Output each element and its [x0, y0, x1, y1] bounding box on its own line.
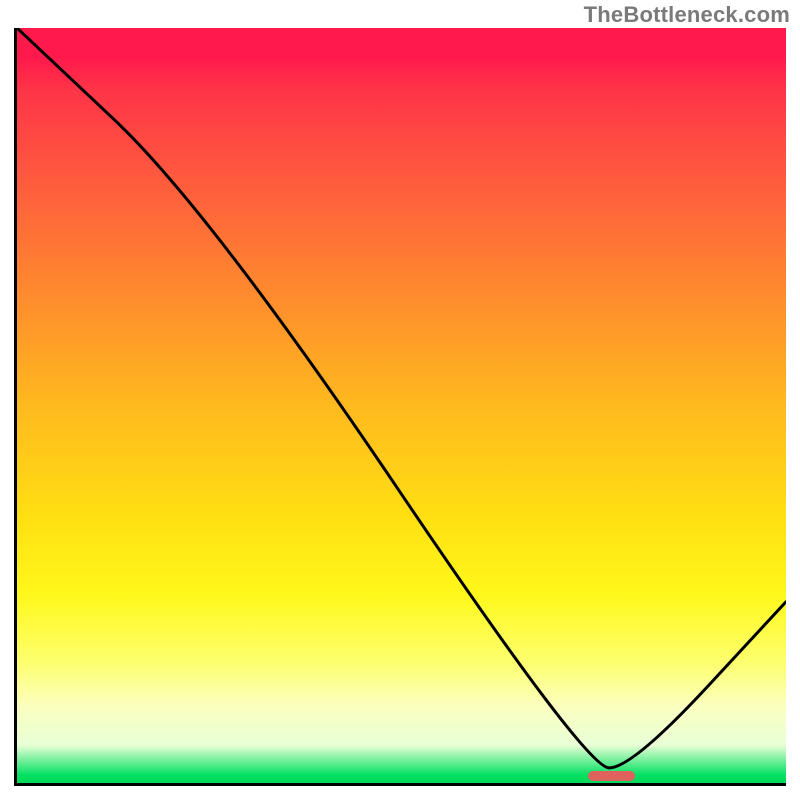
chart-frame: TheBottleneck.com	[0, 0, 800, 800]
watermark-text: TheBottleneck.com	[584, 2, 790, 28]
bottleneck-curve-path	[17, 28, 786, 768]
plot-area	[14, 28, 786, 786]
curve-layer	[17, 28, 786, 783]
optimal-range-bar	[588, 771, 634, 781]
